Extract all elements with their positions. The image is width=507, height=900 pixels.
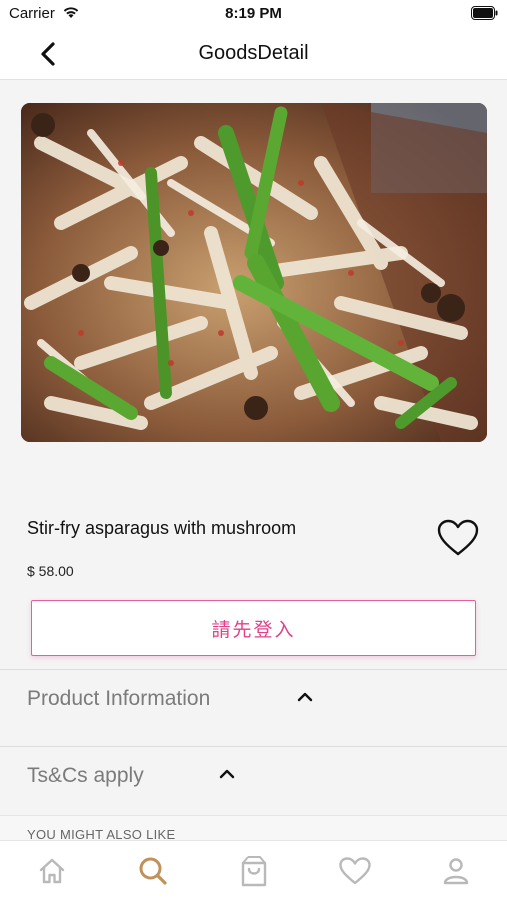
tab-bar xyxy=(0,840,507,900)
clock-label: 8:19 PM xyxy=(225,5,282,22)
product-image xyxy=(21,103,487,442)
home-icon xyxy=(39,858,65,884)
status-bar: Carrier 8:19 PM xyxy=(0,0,507,28)
accordion-title: Ts&Cs apply xyxy=(27,764,144,787)
search-icon xyxy=(139,857,167,885)
profile-icon xyxy=(443,858,469,885)
accordion-terms[interactable]: Ts&Cs apply xyxy=(0,746,507,822)
food-photo xyxy=(21,103,487,442)
page-title: GoodsDetail xyxy=(198,42,309,64)
tab-cart[interactable] xyxy=(234,851,274,891)
product-price: $ 58.00 xyxy=(27,563,74,579)
heart-icon xyxy=(339,857,371,885)
heart-outline-icon xyxy=(437,519,479,556)
battery-icon xyxy=(471,6,498,20)
navigation-bar: GoodsDetail xyxy=(0,28,507,80)
tab-home[interactable] xyxy=(32,851,72,891)
product-name: Stir-fry asparagus with mushroom xyxy=(27,518,297,538)
tab-search[interactable] xyxy=(133,851,173,891)
tab-profile[interactable] xyxy=(436,851,476,891)
accordion-product-information[interactable]: Product Information xyxy=(0,669,507,745)
tab-favorites[interactable] xyxy=(335,851,375,891)
accordion-title: Product Information xyxy=(27,687,211,710)
favorite-button[interactable] xyxy=(436,518,480,558)
shopping-bag-icon xyxy=(241,856,267,887)
login-button-label: 請先登入 xyxy=(211,619,296,641)
chevron-up-icon xyxy=(219,769,235,779)
chevron-up-icon xyxy=(297,692,313,702)
login-button[interactable]: 請先登入 xyxy=(31,600,476,656)
